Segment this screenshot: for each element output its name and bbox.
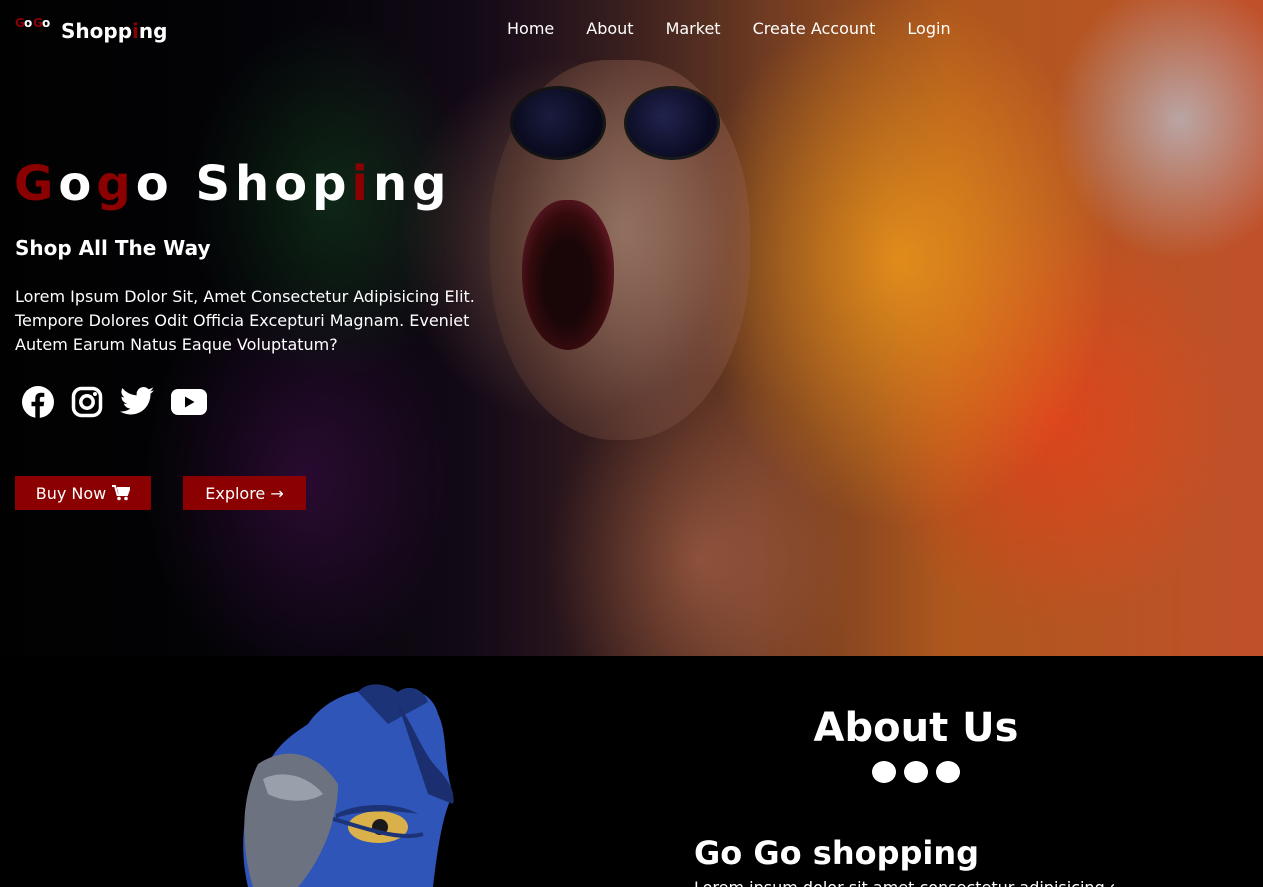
section-divider-dots bbox=[872, 761, 968, 783]
hero-title: Gogo Shoping bbox=[14, 156, 452, 212]
nav-create-account[interactable]: Create Account bbox=[753, 19, 876, 38]
nav-about[interactable]: About bbox=[586, 19, 633, 38]
divider-dot bbox=[936, 761, 960, 783]
explore-label: Explore → bbox=[205, 483, 284, 503]
nav-home[interactable]: Home bbox=[507, 19, 554, 38]
twitter-icon[interactable] bbox=[120, 386, 154, 422]
main-nav: Home About Market Create Account Login bbox=[507, 19, 983, 38]
buy-now-label: Buy Now bbox=[35, 483, 107, 503]
nav-login[interactable]: Login bbox=[907, 19, 950, 38]
hero-subtitle: Shop All The Way bbox=[15, 236, 211, 260]
divider-dot bbox=[872, 761, 896, 783]
logo-small-o1: o bbox=[24, 16, 33, 30]
buy-now-button[interactable]: Buy Now bbox=[15, 476, 151, 510]
youtube-icon[interactable] bbox=[171, 386, 207, 422]
divider-dot bbox=[904, 761, 928, 783]
logo-text: Shopping bbox=[61, 19, 168, 43]
nav-market[interactable]: Market bbox=[666, 19, 721, 38]
about-description: Lorem ipsum dolor sit amet consectetur a… bbox=[694, 878, 1114, 887]
about-title: About Us bbox=[813, 705, 1019, 751]
about-subtitle: Go Go shopping bbox=[694, 834, 980, 872]
cart-icon bbox=[112, 485, 131, 501]
instagram-icon[interactable] bbox=[71, 386, 103, 422]
hero-description: Lorem Ipsum Dolor Sit, Amet Consectetur … bbox=[15, 287, 475, 354]
parrot-image bbox=[243, 684, 454, 887]
explore-button[interactable]: Explore → bbox=[183, 476, 306, 510]
social-links bbox=[22, 386, 224, 422]
facebook-icon[interactable] bbox=[22, 386, 54, 422]
logo-small-o2: o bbox=[42, 16, 51, 30]
